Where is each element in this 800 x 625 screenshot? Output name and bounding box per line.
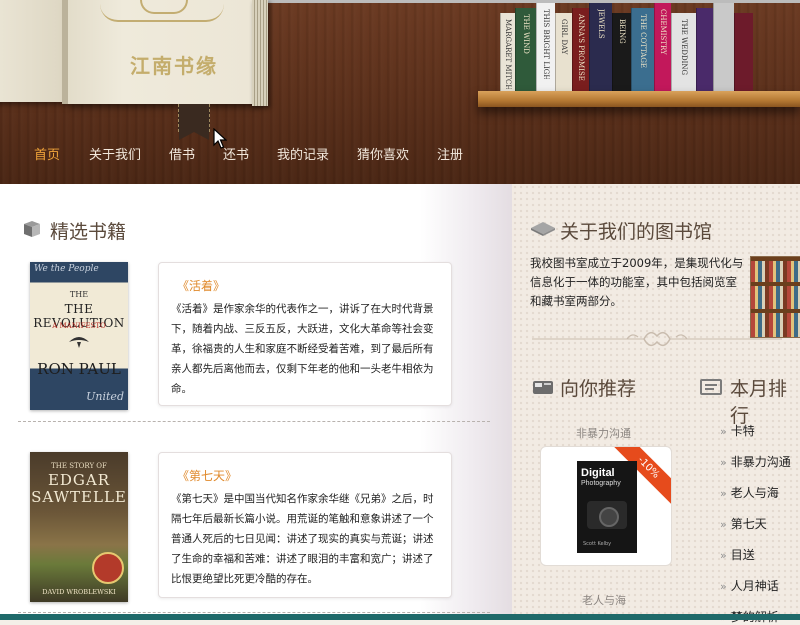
- about-text: 我校图书室成立于2009年，是集现代化与信息化于一体的功能室，其中包括阅览室和藏…: [530, 256, 744, 308]
- shelf-book-spine-label: MARGARET MITCHELL: [504, 19, 512, 89]
- shelf-book-spine: [734, 13, 753, 91]
- product-cover: Digital Photography Scott Kelby: [577, 461, 637, 553]
- shelf-book-spine-label: JEWELS: [597, 9, 605, 39]
- book-cover-edgar-sawtelle[interactable]: THE STORY OF EDGAR SAWTELLE DAVID WROBLE…: [30, 452, 128, 602]
- shelf-book-spine: JEWELS: [589, 3, 612, 91]
- ranking-item-label: 卡特: [730, 424, 755, 438]
- shelf-book-spine-label: ANNA'S PROMISE: [577, 14, 585, 81]
- recommend-product-card[interactable]: -10% Digital Photography Scott Kelby: [540, 446, 672, 566]
- book-cover-revolution[interactable]: We the People THE THE REVOLUTION A MANIF…: [30, 262, 128, 410]
- shelf-book-spine-label: THE WIND: [522, 14, 530, 54]
- site-logo-text: 江南书缘: [130, 54, 218, 78]
- sidebar: 关于我们的图书馆 我校图书室成立于2009年，是集现代化与信息化于一体的功能室，…: [512, 184, 800, 624]
- ranking-item[interactable]: » 第七天: [720, 515, 767, 532]
- shelf-book-spine: THE WIND: [515, 8, 536, 91]
- shelf-book-spine-label: THIS BRIGHT LIGHT: [542, 9, 550, 79]
- ranking-item[interactable]: » 目送: [720, 546, 755, 563]
- shelf-book-spine: MARGARET MITCHELL: [500, 13, 515, 91]
- ranking-item[interactable]: » 卡特: [720, 422, 755, 439]
- shelf-book-spine: THE WEDDING: [671, 13, 696, 91]
- logo-book[interactable]: 江南书缘: [0, 0, 272, 108]
- book-title-2[interactable]: 《第七天》: [177, 467, 237, 484]
- book-title-1[interactable]: 《活着》: [177, 277, 225, 294]
- shelf-book-spine-label: GIRL DAY: [560, 19, 568, 55]
- ranking-item[interactable]: » 人月神话: [720, 577, 779, 594]
- recommend-item-name[interactable]: 老人与海: [582, 592, 626, 608]
- nav-home[interactable]: 首页: [34, 144, 60, 163]
- double-chevron-icon: »: [720, 487, 727, 500]
- shelf-book-spine: BEING: [612, 13, 631, 91]
- book-card-2[interactable]: 《第七天》 《第七天》是中国当代知名作家余华继《兄弟》之后，时隔七年后最新长篇小…: [158, 452, 452, 598]
- shelf-book-spine: CHEMISTRY: [654, 3, 671, 91]
- double-chevron-icon: »: [720, 425, 727, 438]
- ranking-section-title: 本月排行: [730, 378, 788, 427]
- recommend-item-name[interactable]: 非暴力沟通: [576, 425, 631, 441]
- shelf-book-spine: [696, 8, 713, 91]
- recommend-section-title: 向你推荐: [560, 378, 637, 400]
- nav-about[interactable]: 关于我们: [89, 144, 141, 163]
- nav-guess-you-like[interactable]: 猜你喜欢: [357, 144, 409, 163]
- shelf-book-spine-label: CHEMISTRY: [659, 9, 667, 55]
- shelf-book-spine: GIRL DAY: [555, 13, 572, 91]
- nav-borrow[interactable]: 借书: [169, 144, 195, 163]
- nav-my-records[interactable]: 我的记录: [277, 144, 329, 163]
- main-nav: 首页 关于我们 借书 还书 我的记录 猜你喜欢 注册: [0, 140, 800, 170]
- ranking-icon: [700, 379, 722, 395]
- shelf-board: [478, 91, 800, 107]
- open-book-icon: [531, 222, 555, 236]
- bookmark-ribbon: [178, 104, 210, 140]
- shelf-book-spine-label: THE COTTAGE: [639, 14, 647, 69]
- double-chevron-icon: »: [720, 518, 727, 531]
- ranking-item-label: 老人与海: [730, 486, 779, 500]
- ranking-item[interactable]: » 老人与海: [720, 484, 779, 501]
- featured-section-title: 精选书籍: [50, 221, 127, 243]
- double-chevron-icon: »: [720, 549, 727, 562]
- bookshelf-decoration: MARGARET MITCHELL THE WIND THIS BRIGHT LIG…: [500, 0, 800, 91]
- recommend-icon: [533, 381, 553, 394]
- divider: [18, 612, 490, 613]
- double-chevron-icon: »: [720, 456, 727, 469]
- nav-register[interactable]: 注册: [437, 144, 463, 163]
- double-chevron-icon: »: [720, 580, 727, 593]
- featured-books-section: 精选书籍 We the People THE THE REVOLUTION A …: [0, 184, 512, 620]
- ranking-item-label: 目送: [730, 548, 755, 562]
- book-card-1[interactable]: 《活着》 《活着》是作家余华的代表作之一，讲诉了在大时代背景下，随着内战、三反五…: [158, 262, 452, 406]
- shelf-book-spine: THE COTTAGE: [631, 8, 654, 91]
- book-desc-2: 《第七天》是中国当代知名作家余华继《兄弟》之后，时隔七年后最新长篇小说。用荒诞的…: [171, 493, 434, 585]
- shelf-book-spine: THIS BRIGHT LIGHT: [536, 3, 555, 91]
- book-stack-icon: [24, 221, 40, 237]
- shelf-book-spine: [713, 3, 734, 91]
- ranking-item-label: 人月神话: [730, 579, 779, 593]
- book-desc-1: 《活着》是作家余华的代表作之一，讲诉了在大时代背景下，随着内战、三反五反，大跃进…: [171, 303, 434, 395]
- shelf-book-spine-label: BEING: [618, 19, 626, 44]
- ranking-item-label: 非暴力沟通: [730, 455, 791, 469]
- ranking-item[interactable]: » 非暴力沟通: [720, 453, 791, 470]
- site-header: 江南书缘 MARGARET MITCHELL THE WIND THIS BRIGH…: [0, 0, 800, 184]
- shelf-book-spine: ANNA'S PROMISE: [572, 8, 589, 91]
- footer-bar: [0, 614, 800, 620]
- shelf-book-spine-label: THE WEDDING: [680, 19, 688, 76]
- about-section-title: 关于我们的图书馆: [560, 221, 713, 243]
- ranking-item-label: 第七天: [730, 517, 767, 531]
- divider: [18, 421, 490, 422]
- ornament-divider: [532, 331, 782, 347]
